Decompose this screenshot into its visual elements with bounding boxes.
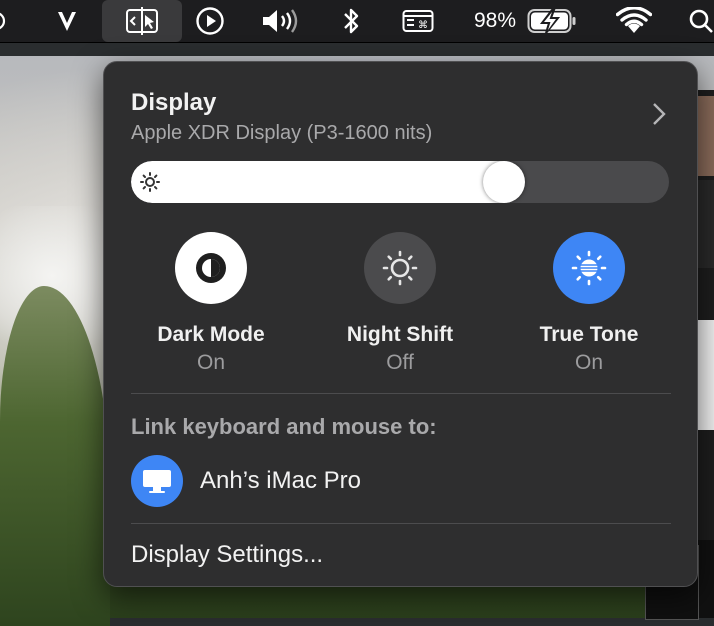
dark-mode-state: On xyxy=(196,351,225,374)
display-settings-link[interactable]: Display Settings... xyxy=(131,541,323,569)
chevron-right-icon[interactable] xyxy=(652,102,666,131)
true-tone-toggle[interactable]: True Tone On xyxy=(509,232,669,375)
night-shift-toggle[interactable]: Night Shift Off xyxy=(320,232,480,375)
background-window-strip xyxy=(696,180,714,268)
battery-icon[interactable] xyxy=(526,0,578,42)
battery-percent[interactable]: 98% xyxy=(468,0,522,42)
input-source-icon[interactable]: ⌘ xyxy=(398,0,438,42)
true-tone-state: On xyxy=(574,351,603,374)
speaker-icon[interactable] xyxy=(258,0,304,42)
panel-title: Display xyxy=(131,89,217,116)
divider xyxy=(131,523,671,524)
desktop-computer-icon xyxy=(131,455,183,507)
true-tone-label: True Tone xyxy=(539,323,639,346)
dark-mode-label: Dark Mode xyxy=(157,323,265,346)
bluetooth-icon[interactable] xyxy=(336,0,366,42)
display-control-panel: Display Apple XDR Display (P3-1600 nits) xyxy=(103,61,698,587)
partial-circle-icon[interactable] xyxy=(0,0,12,42)
background-window-strip xyxy=(696,320,714,430)
night-shift-label: Night Shift xyxy=(346,323,454,346)
background-window-strip xyxy=(696,96,714,176)
linked-device-name: Anh’s iMac Pro xyxy=(200,467,361,494)
background-window[interactable] xyxy=(696,90,714,618)
display-icon[interactable] xyxy=(102,0,182,42)
v-logo-icon[interactable] xyxy=(50,0,84,42)
divider xyxy=(131,393,671,394)
display-model-subtitle: Apple XDR Display (P3-1600 nits) xyxy=(131,122,433,144)
brightness-slider-knob[interactable] xyxy=(483,161,525,203)
play-circle-icon[interactable] xyxy=(192,0,228,42)
night-shift-state: Off xyxy=(386,351,414,374)
link-keyboard-heading: Link keyboard and mouse to: xyxy=(131,414,437,439)
search-icon[interactable] xyxy=(688,0,714,42)
menu-bar: ⌘ 98% xyxy=(0,0,714,43)
dark-mode-toggle[interactable]: Dark Mode On xyxy=(131,232,291,375)
true-tone-icon[interactable] xyxy=(553,232,625,304)
wifi-icon[interactable] xyxy=(612,0,656,42)
night-shift-icon[interactable] xyxy=(364,232,436,304)
sun-icon xyxy=(140,172,160,197)
svg-text:⌘: ⌘ xyxy=(418,20,428,31)
brightness-slider[interactable] xyxy=(131,161,669,203)
brightness-slider-fill xyxy=(131,161,504,203)
dark-mode-icon[interactable] xyxy=(175,232,247,304)
linked-device-item[interactable]: Anh’s iMac Pro xyxy=(131,455,671,507)
